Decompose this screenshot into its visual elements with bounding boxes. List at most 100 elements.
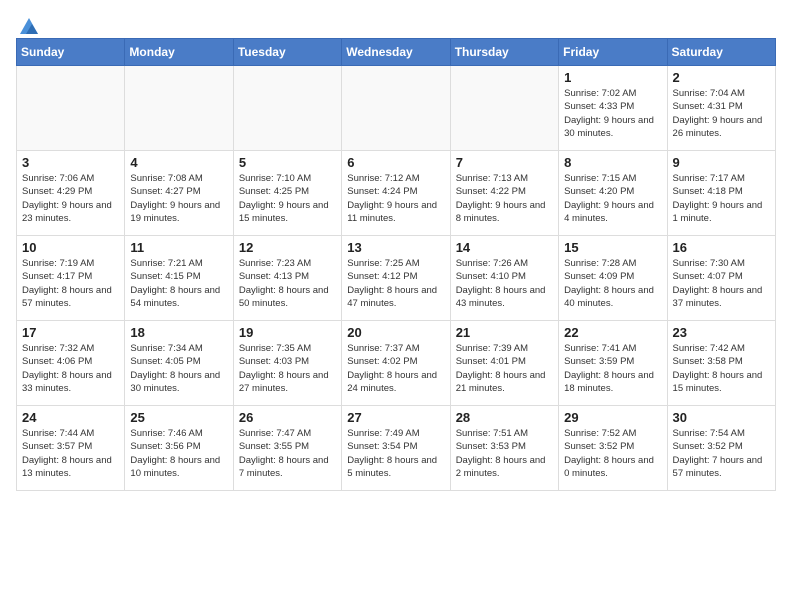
day-number: 4 — [130, 155, 227, 170]
calendar-cell: 13 Sunrise: 7:25 AM Sunset: 4:12 PM Dayli… — [342, 236, 450, 321]
day-number: 14 — [456, 240, 553, 255]
calendar-table: SundayMondayTuesdayWednesdayThursdayFrid… — [16, 38, 776, 491]
calendar-cell: 8 Sunrise: 7:15 AM Sunset: 4:20 PM Daylig… — [559, 151, 667, 236]
week-row-2: 10 Sunrise: 7:19 AM Sunset: 4:17 PM Dayli… — [17, 236, 776, 321]
day-number: 11 — [130, 240, 227, 255]
day-info: Sunrise: 7:37 AM Sunset: 4:02 PM Dayligh… — [347, 342, 444, 395]
calendar-cell: 19 Sunrise: 7:35 AM Sunset: 4:03 PM Dayli… — [233, 321, 341, 406]
day-number: 30 — [673, 410, 770, 425]
week-row-0: 1Sunrise: 7:02 AM Sunset: 4:33 PM Daylig… — [17, 66, 776, 151]
day-number: 8 — [564, 155, 661, 170]
calendar-cell: 26 Sunrise: 7:47 AM Sunset: 3:55 PM Dayli… — [233, 406, 341, 491]
day-info: Sunrise: 7:41 AM Sunset: 3:59 PM Dayligh… — [564, 342, 661, 395]
day-info: Sunrise: 7:42 AM Sunset: 3:58 PM Dayligh… — [673, 342, 770, 395]
day-number: 13 — [347, 240, 444, 255]
calendar-cell: 18 Sunrise: 7:34 AM Sunset: 4:05 PM Dayli… — [125, 321, 233, 406]
day-number: 19 — [239, 325, 336, 340]
day-number: 22 — [564, 325, 661, 340]
day-info: Sunrise: 7:02 AM Sunset: 4:33 PM Dayligh… — [564, 87, 661, 140]
day-info: Sunrise: 7:19 AM Sunset: 4:17 PM Dayligh… — [22, 257, 119, 310]
calendar-cell — [233, 66, 341, 151]
day-number: 28 — [456, 410, 553, 425]
day-info: Sunrise: 7:51 AM Sunset: 3:53 PM Dayligh… — [456, 427, 553, 480]
calendar-cell: 15 Sunrise: 7:28 AM Sunset: 4:09 PM Dayli… — [559, 236, 667, 321]
calendar-cell: 20Sunrise: 7:37 AM Sunset: 4:02 PM Dayli… — [342, 321, 450, 406]
calendar-cell: 16 Sunrise: 7:30 AM Sunset: 4:07 PM Dayli… — [667, 236, 775, 321]
day-info: Sunrise: 7:25 AM Sunset: 4:12 PM Dayligh… — [347, 257, 444, 310]
calendar-cell: 27 Sunrise: 7:49 AM Sunset: 3:54 PM Dayli… — [342, 406, 450, 491]
day-info: Sunrise: 7:17 AM Sunset: 4:18 PM Dayligh… — [673, 172, 770, 225]
day-number: 18 — [130, 325, 227, 340]
day-number: 2 — [673, 70, 770, 85]
header-saturday: Saturday — [667, 39, 775, 66]
day-info: Sunrise: 7:26 AM Sunset: 4:10 PM Dayligh… — [456, 257, 553, 310]
day-info: Sunrise: 7:10 AM Sunset: 4:25 PM Dayligh… — [239, 172, 336, 225]
day-number: 16 — [673, 240, 770, 255]
day-number: 25 — [130, 410, 227, 425]
day-info: Sunrise: 7:46 AM Sunset: 3:56 PM Dayligh… — [130, 427, 227, 480]
day-number: 3 — [22, 155, 119, 170]
calendar-cell: 17 Sunrise: 7:32 AM Sunset: 4:06 PM Dayli… — [17, 321, 125, 406]
day-info: Sunrise: 7:54 AM Sunset: 3:52 PM Dayligh… — [673, 427, 770, 480]
calendar-cell: 23Sunrise: 7:42 AM Sunset: 3:58 PM Dayli… — [667, 321, 775, 406]
header-friday: Friday — [559, 39, 667, 66]
header-sunday: Sunday — [17, 39, 125, 66]
day-number: 5 — [239, 155, 336, 170]
calendar-cell: 2 Sunrise: 7:04 AM Sunset: 4:31 PM Daylig… — [667, 66, 775, 151]
day-info: Sunrise: 7:08 AM Sunset: 4:27 PM Dayligh… — [130, 172, 227, 225]
day-number: 7 — [456, 155, 553, 170]
header-tuesday: Tuesday — [233, 39, 341, 66]
calendar-cell: 29 Sunrise: 7:52 AM Sunset: 3:52 PM Dayli… — [559, 406, 667, 491]
calendar-cell: 30 Sunrise: 7:54 AM Sunset: 3:52 PM Dayli… — [667, 406, 775, 491]
day-number: 29 — [564, 410, 661, 425]
day-info: Sunrise: 7:30 AM Sunset: 4:07 PM Dayligh… — [673, 257, 770, 310]
header-thursday: Thursday — [450, 39, 558, 66]
day-info: Sunrise: 7:15 AM Sunset: 4:20 PM Dayligh… — [564, 172, 661, 225]
day-info: Sunrise: 7:49 AM Sunset: 3:54 PM Dayligh… — [347, 427, 444, 480]
calendar-cell: 25 Sunrise: 7:46 AM Sunset: 3:56 PM Dayli… — [125, 406, 233, 491]
day-info: Sunrise: 7:06 AM Sunset: 4:29 PM Dayligh… — [22, 172, 119, 225]
day-info: Sunrise: 7:23 AM Sunset: 4:13 PM Dayligh… — [239, 257, 336, 310]
day-number: 26 — [239, 410, 336, 425]
day-info: Sunrise: 7:12 AM Sunset: 4:24 PM Dayligh… — [347, 172, 444, 225]
day-info: Sunrise: 7:34 AM Sunset: 4:05 PM Dayligh… — [130, 342, 227, 395]
calendar-cell: 11Sunrise: 7:21 AM Sunset: 4:15 PM Dayli… — [125, 236, 233, 321]
day-info: Sunrise: 7:04 AM Sunset: 4:31 PM Dayligh… — [673, 87, 770, 140]
calendar-cell: 28 Sunrise: 7:51 AM Sunset: 3:53 PM Dayli… — [450, 406, 558, 491]
calendar-cell: 7 Sunrise: 7:13 AM Sunset: 4:22 PM Daylig… — [450, 151, 558, 236]
calendar-cell: 5 Sunrise: 7:10 AM Sunset: 4:25 PM Daylig… — [233, 151, 341, 236]
calendar-cell — [125, 66, 233, 151]
header-wednesday: Wednesday — [342, 39, 450, 66]
calendar-cell: 4 Sunrise: 7:08 AM Sunset: 4:27 PM Daylig… — [125, 151, 233, 236]
day-info: Sunrise: 7:39 AM Sunset: 4:01 PM Dayligh… — [456, 342, 553, 395]
week-row-1: 3 Sunrise: 7:06 AM Sunset: 4:29 PM Daylig… — [17, 151, 776, 236]
calendar-header-row: SundayMondayTuesdayWednesdayThursdayFrid… — [17, 39, 776, 66]
day-info: Sunrise: 7:35 AM Sunset: 4:03 PM Dayligh… — [239, 342, 336, 395]
calendar-cell — [450, 66, 558, 151]
day-info: Sunrise: 7:52 AM Sunset: 3:52 PM Dayligh… — [564, 427, 661, 480]
day-number: 17 — [22, 325, 119, 340]
header-monday: Monday — [125, 39, 233, 66]
day-number: 10 — [22, 240, 119, 255]
day-number: 27 — [347, 410, 444, 425]
day-info: Sunrise: 7:13 AM Sunset: 4:22 PM Dayligh… — [456, 172, 553, 225]
day-info: Sunrise: 7:47 AM Sunset: 3:55 PM Dayligh… — [239, 427, 336, 480]
calendar-cell: 14 Sunrise: 7:26 AM Sunset: 4:10 PM Dayli… — [450, 236, 558, 321]
calendar-cell: 21 Sunrise: 7:39 AM Sunset: 4:01 PM Dayli… — [450, 321, 558, 406]
calendar-cell: 6 Sunrise: 7:12 AM Sunset: 4:24 PM Daylig… — [342, 151, 450, 236]
day-number: 21 — [456, 325, 553, 340]
logo — [16, 16, 40, 34]
day-info: Sunrise: 7:32 AM Sunset: 4:06 PM Dayligh… — [22, 342, 119, 395]
calendar-cell — [17, 66, 125, 151]
day-number: 15 — [564, 240, 661, 255]
day-number: 12 — [239, 240, 336, 255]
calendar-cell: 9 Sunrise: 7:17 AM Sunset: 4:18 PM Daylig… — [667, 151, 775, 236]
header — [16, 16, 776, 34]
calendar-cell: 22 Sunrise: 7:41 AM Sunset: 3:59 PM Dayli… — [559, 321, 667, 406]
calendar-cell: 3 Sunrise: 7:06 AM Sunset: 4:29 PM Daylig… — [17, 151, 125, 236]
calendar-cell: 24Sunrise: 7:44 AM Sunset: 3:57 PM Dayli… — [17, 406, 125, 491]
day-info: Sunrise: 7:28 AM Sunset: 4:09 PM Dayligh… — [564, 257, 661, 310]
day-number: 6 — [347, 155, 444, 170]
day-number: 9 — [673, 155, 770, 170]
calendar-cell: 10 Sunrise: 7:19 AM Sunset: 4:17 PM Dayli… — [17, 236, 125, 321]
